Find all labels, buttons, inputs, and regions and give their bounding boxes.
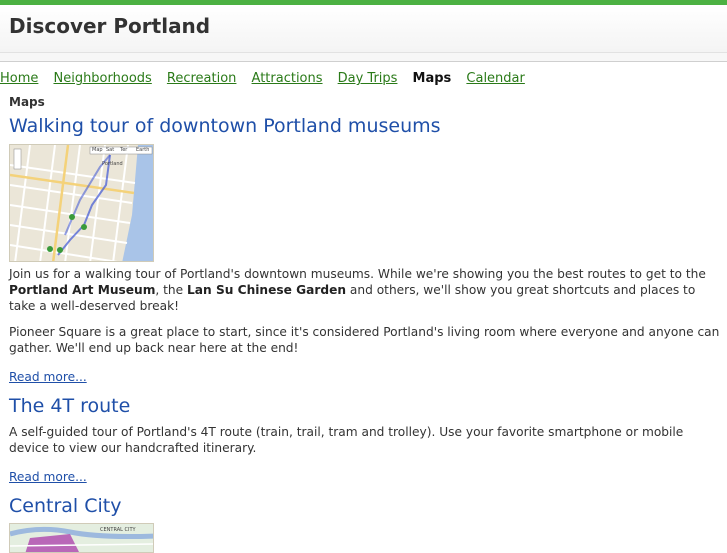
header-subbar	[0, 53, 727, 62]
nav-maps-active[interactable]: Maps	[413, 71, 452, 86]
post-paragraph: Join us for a walking tour of Portland's…	[9, 266, 721, 314]
nav-attractions[interactable]: Attractions	[252, 71, 323, 86]
post-central-city: Central City CENTRAL CITY	[9, 492, 721, 553]
map-control-sat: Sat	[106, 147, 115, 153]
map-image	[10, 145, 153, 261]
map-control-map: Map	[92, 147, 103, 153]
map-thumbnail-central-city[interactable]: CENTRAL CITY	[9, 523, 154, 553]
bold-text-lan-su-garden: Lan Su Chinese Garden	[187, 283, 347, 297]
nav-neighborhoods[interactable]: Neighborhoods	[53, 71, 151, 86]
nav-day-trips[interactable]: Day Trips	[338, 71, 398, 86]
nav-calendar[interactable]: Calendar	[466, 71, 524, 86]
text-run: , the	[155, 283, 188, 297]
map-control-ter: Ter	[120, 147, 128, 153]
site-header: Discover Portland	[0, 5, 727, 53]
post-paragraph: Pioneer Square is a great place to start…	[9, 325, 720, 355]
main-nav: Home Neighborhoods Recreation Attraction…	[0, 67, 535, 86]
map-district-label: CENTRAL CITY	[100, 527, 136, 533]
post-4t-route: The 4T route A self-guided tour of Portl…	[9, 392, 721, 485]
map-city-label: Portland	[102, 161, 123, 167]
bold-text-portland-art-museum: Portland Art Museum	[9, 283, 156, 297]
post-paragraph: A self-guided tour of Portland's 4T rout…	[9, 425, 684, 455]
site-title: Discover Portland	[9, 14, 211, 38]
map-control-earth: Earth	[136, 147, 150, 153]
read-more-link[interactable]: Read more...	[9, 370, 87, 384]
nav-recreation[interactable]: Recreation	[167, 71, 237, 86]
nav-home[interactable]: Home	[0, 71, 38, 86]
post-title-walking-tour[interactable]: Walking tour of downtown Portland museum…	[9, 115, 441, 137]
map-thumbnail-walking-tour[interactable]: Map Sat Ter Earth Portland	[9, 144, 154, 262]
post-title-4t-route[interactable]: The 4T route	[9, 395, 130, 417]
post-walking-tour: Walking tour of downtown Portland museum…	[9, 112, 721, 385]
read-more-link[interactable]: Read more...	[9, 470, 87, 484]
breadcrumb: Maps	[9, 95, 45, 109]
main-content: Walking tour of downtown Portland museum…	[9, 112, 721, 553]
post-title-central-city[interactable]: Central City	[9, 495, 121, 517]
text-run: Join us for a walking tour of Portland's…	[9, 267, 706, 281]
